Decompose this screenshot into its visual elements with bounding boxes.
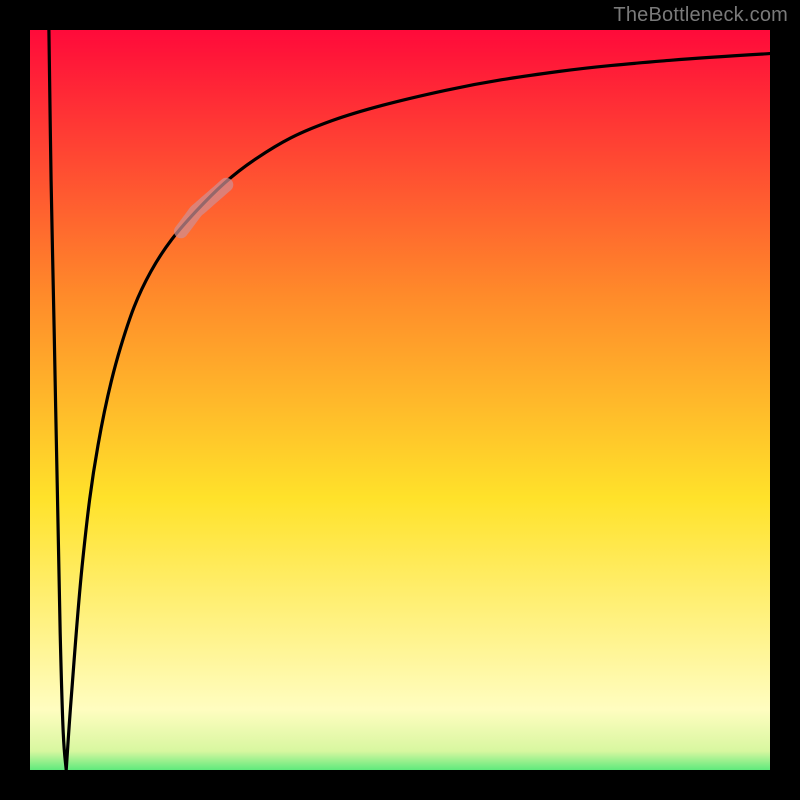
gradient-background [30, 30, 785, 785]
chart-stage: { "watermark": "TheBottleneck.com", "plo… [0, 0, 800, 800]
bottleneck-chart [0, 0, 800, 800]
watermark-text: TheBottleneck.com [613, 4, 788, 27]
